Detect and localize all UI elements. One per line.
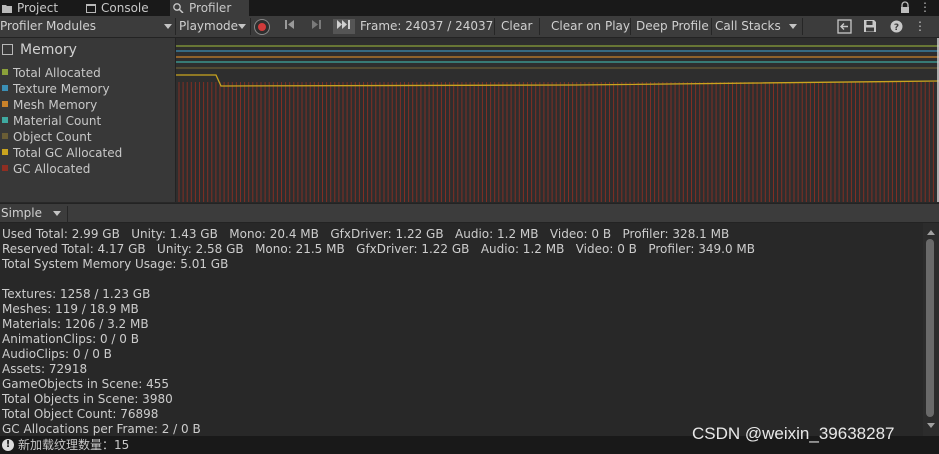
more-options-icon[interactable]: ⋮ xyxy=(914,16,926,37)
legend-label: Total GC Allocated xyxy=(13,146,123,160)
memory-module-panel[interactable]: Memory Total Allocated Texture Memory Mesh… xyxy=(0,38,176,202)
toolbar-divider xyxy=(630,18,631,35)
toolbar-divider xyxy=(711,18,712,35)
details-line: AudioClips: 0 / 0 B xyxy=(2,347,112,361)
legend-item[interactable]: Total GC Allocated xyxy=(0,145,174,161)
frame-counter: Frame: 24037 / 24037 xyxy=(360,19,494,33)
details-line: Total Object Count: 76898 xyxy=(2,407,159,421)
legend-label: Texture Memory xyxy=(13,82,110,96)
toolbar-divider xyxy=(250,18,251,35)
save-icon[interactable] xyxy=(863,19,877,33)
call-stacks-dropdown[interactable]: Call Stacks xyxy=(715,16,800,37)
chevron-down-icon xyxy=(53,211,61,216)
legend-swatch xyxy=(2,117,8,123)
legend-item[interactable]: Total Allocated xyxy=(0,65,174,81)
record-button[interactable] xyxy=(254,19,270,35)
legend-item[interactable]: Material Count xyxy=(0,113,174,129)
details-line: Materials: 1206 / 3.2 MB xyxy=(2,317,149,331)
last-frame-icon xyxy=(337,20,350,29)
module-title: Memory xyxy=(20,42,77,58)
details-line: AnimationClips: 0 / 0 B xyxy=(2,332,139,346)
watermark: CSDN @weixin_39638287 xyxy=(692,424,895,443)
toolbar-divider xyxy=(539,18,540,35)
details-scrollbar[interactable] xyxy=(923,223,939,436)
help-icon[interactable]: ? xyxy=(890,20,903,33)
tab-menu-icon[interactable]: ⋮ xyxy=(918,0,932,16)
svg-text:?: ? xyxy=(894,23,899,33)
scroll-down-icon[interactable] xyxy=(927,423,935,428)
scroll-thumb[interactable] xyxy=(926,239,934,417)
toolbar-divider xyxy=(494,18,495,35)
tab-profiler[interactable]: Profiler xyxy=(170,0,249,16)
toolbar-divider xyxy=(802,18,803,35)
console-icon xyxy=(86,4,96,13)
view-mode-label: Simple xyxy=(1,206,42,220)
status-message[interactable]: 新加载纹理数量：15 xyxy=(18,437,129,454)
toolbar-divider xyxy=(175,18,176,35)
chevron-down-icon xyxy=(789,24,797,29)
view-mode-dropdown[interactable]: Simple xyxy=(0,204,66,223)
details-line: Meshes: 119 / 18.9 MB xyxy=(2,302,139,316)
details-line: Reserved Total: 4.17 GB Unity: 2.58 GB M… xyxy=(2,242,755,256)
warning-icon: ! xyxy=(2,439,14,451)
legend-label: Mesh Memory xyxy=(13,98,98,112)
legend-label: Material Count xyxy=(13,114,102,128)
details-line: Total System Memory Usage: 5.01 GB xyxy=(2,257,229,271)
legend-swatch xyxy=(2,133,8,139)
lock-icon[interactable] xyxy=(900,1,910,14)
legend-swatch xyxy=(2,85,8,91)
next-frame-button[interactable] xyxy=(309,19,323,34)
memory-graph-canvas xyxy=(176,38,939,202)
profiler-toolbar: Profiler Modules Playmode Frame: 24037 /… xyxy=(0,16,939,38)
tab-console[interactable]: Console xyxy=(86,0,149,16)
legend-label: Total Allocated xyxy=(13,66,101,80)
load-icon[interactable] xyxy=(837,19,852,34)
tab-profiler-label: Profiler xyxy=(189,1,232,15)
legend-item[interactable]: Object Count xyxy=(0,129,174,145)
legend-swatch xyxy=(2,101,8,107)
memory-details-text: Used Total: 2.99 GB Unity: 1.43 GB Mono:… xyxy=(0,223,922,436)
window-tab-bar: Project Console Profiler ⋮ xyxy=(0,0,939,16)
legend-item[interactable]: GC Allocated xyxy=(0,161,174,177)
details-line: GC Allocations per Frame: 2 / 0 B xyxy=(2,422,201,436)
deep-profile-toggle[interactable]: Deep Profile xyxy=(636,16,709,37)
current-frame-button[interactable] xyxy=(333,19,355,34)
chevron-down-icon xyxy=(164,24,172,29)
legend-label: Object Count xyxy=(13,130,92,144)
details-line: Used Total: 2.99 GB Unity: 1.43 GB Mono:… xyxy=(2,227,730,241)
next-frame-icon xyxy=(312,20,321,29)
chevron-down-icon xyxy=(238,24,246,29)
call-stacks-label: Call Stacks xyxy=(715,19,781,33)
legend-item[interactable]: Mesh Memory xyxy=(0,97,174,113)
legend-swatch xyxy=(2,165,8,171)
profiler-modules-dropdown[interactable]: Profiler Modules xyxy=(0,16,175,37)
tab-console-label: Console xyxy=(101,1,149,15)
tab-project[interactable]: Project xyxy=(2,0,58,16)
profiler-modules-label: Profiler Modules xyxy=(0,19,96,33)
first-frame-button[interactable] xyxy=(283,19,297,34)
profiler-icon xyxy=(173,3,184,13)
toolbar-divider xyxy=(67,206,68,223)
playmode-label: Playmode xyxy=(179,19,239,33)
chip-icon xyxy=(2,44,13,55)
folder-icon xyxy=(2,5,12,13)
legend-item[interactable]: Texture Memory xyxy=(0,81,174,97)
scroll-up-icon[interactable] xyxy=(927,230,935,235)
tab-project-label: Project xyxy=(17,1,59,15)
legend-swatch xyxy=(2,69,8,75)
clear-on-play-toggle[interactable]: Clear on Play xyxy=(551,16,630,37)
details-line: Textures: 1258 / 1.23 GB xyxy=(2,287,151,301)
first-frame-icon xyxy=(285,20,294,29)
details-toolbar: Simple xyxy=(0,203,939,223)
details-line: Assets: 72918 xyxy=(2,362,88,376)
playmode-dropdown[interactable]: Playmode xyxy=(179,16,249,37)
details-line: Total Objects in Scene: 3980 xyxy=(2,392,173,406)
details-line: GameObjects in Scene: 455 xyxy=(2,377,169,391)
legend-label: GC Allocated xyxy=(13,162,91,176)
legend-swatch xyxy=(2,149,8,155)
memory-graph[interactable] xyxy=(176,38,939,202)
clear-button[interactable]: Clear xyxy=(501,16,532,37)
